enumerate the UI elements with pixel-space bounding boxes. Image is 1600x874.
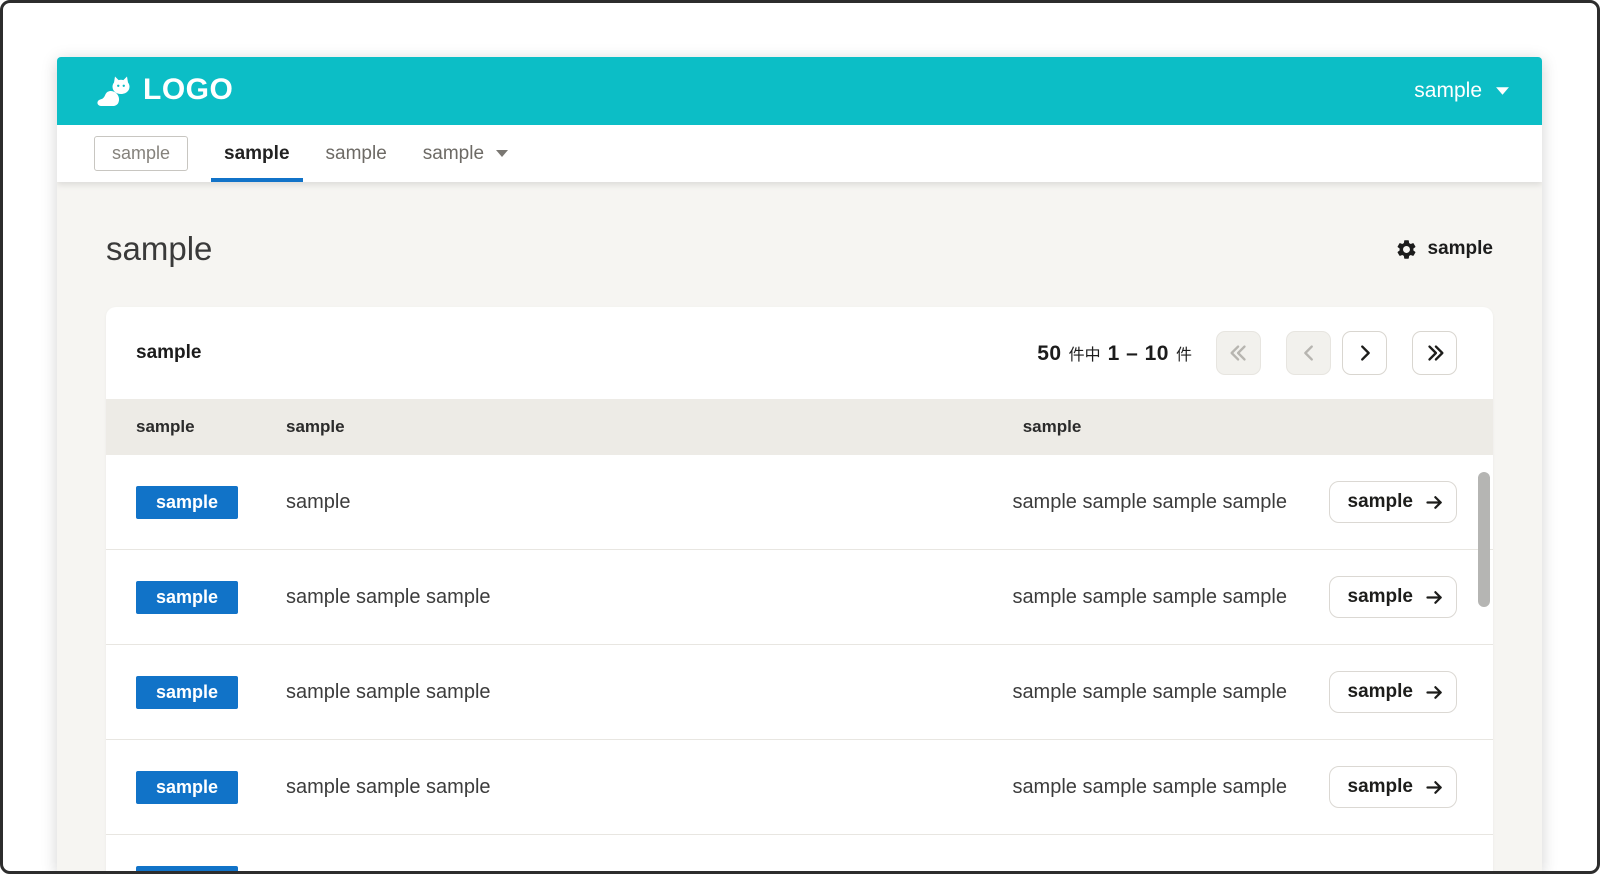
gear-icon xyxy=(1395,238,1418,261)
row-badge-cell: sample xyxy=(136,865,286,872)
tab-bar: sample sample sample sample xyxy=(57,125,1542,182)
pagination: 50 件中 1 – 10 件 xyxy=(1037,331,1457,375)
app-window: LOGO sample sample sample sample sample … xyxy=(57,57,1542,872)
tab-label: sample xyxy=(325,142,387,164)
tab-2[interactable]: sample xyxy=(313,125,400,182)
main-content: sample sample sample 50 件中 1 – 10 件 samp… xyxy=(57,182,1542,872)
row-description-cell: sample sample sample sample xyxy=(1012,680,1287,703)
app-header: LOGO sample xyxy=(57,57,1542,125)
row-badge-cell: sample xyxy=(136,770,286,804)
tab-label: sample xyxy=(422,142,485,164)
tab-1-active[interactable]: sample xyxy=(211,125,304,182)
logo[interactable]: LOGO xyxy=(93,73,233,109)
table-row: sample sample sample sample sample sampl… xyxy=(106,740,1493,835)
status-badge: sample xyxy=(136,580,239,614)
row-name-cell: sample sample sample xyxy=(286,680,491,703)
row-description-cell: sample sample sample sample xyxy=(1012,775,1287,798)
row-name-cell: sample sample sample xyxy=(286,585,491,608)
pagination-info: 50 件中 1 – 10 件 xyxy=(1037,341,1192,366)
account-menu[interactable]: sample xyxy=(1414,79,1510,103)
row-detail-button[interactable]: sample xyxy=(1328,576,1457,618)
status-badge: sample xyxy=(136,485,239,519)
total-count: 50 xyxy=(1037,341,1062,365)
row-description-cell: sample sample sample sample xyxy=(1012,490,1287,513)
row-description-cell: sample sample sample sample xyxy=(1012,585,1287,608)
panel-header: sample 50 件中 1 – 10 件 xyxy=(106,307,1493,399)
boxed-tab-button[interactable]: sample xyxy=(94,136,189,171)
row-badge-cell: sample xyxy=(136,675,286,709)
table-row: sample sample sample sample sample sampl… xyxy=(106,645,1493,740)
double-chevron-right-icon xyxy=(1424,342,1446,364)
row-detail-button-label: sample xyxy=(1347,586,1413,607)
chevron-down-icon xyxy=(495,149,509,158)
column-header: sample xyxy=(286,417,345,436)
prev-page-button[interactable] xyxy=(1286,331,1331,375)
tab-3-dropdown[interactable]: sample xyxy=(410,125,522,182)
last-page-button[interactable] xyxy=(1412,331,1457,375)
table-row: sample sample sample sample sample sampl… xyxy=(106,455,1493,550)
account-label: sample xyxy=(1414,79,1482,102)
arrow-right-icon xyxy=(1424,492,1445,513)
row-detail-button-label: sample xyxy=(1347,776,1413,797)
row-detail-button-label: sample xyxy=(1347,491,1413,512)
row-badge-cell: sample xyxy=(136,485,286,519)
row-detail-button-label: sample xyxy=(1347,681,1413,702)
tab-label: sample xyxy=(224,142,290,164)
row-name-cell: sample xyxy=(286,490,351,513)
column-header: sample xyxy=(1022,417,1082,436)
range-text: 1 – 10 xyxy=(1107,341,1169,365)
table-row: sample sample sample sample sample sampl… xyxy=(106,550,1493,645)
chevron-down-icon xyxy=(1495,86,1510,96)
double-chevron-left-icon xyxy=(1228,342,1250,364)
table-body: sample sample sample sample sample sampl… xyxy=(106,455,1493,872)
settings-label: sample xyxy=(1427,238,1493,259)
range-unit: 件 xyxy=(1175,346,1192,364)
column-header: sample xyxy=(136,417,195,436)
panel-title: sample xyxy=(136,342,202,363)
chevron-right-icon xyxy=(1354,342,1376,364)
row-detail-button[interactable]: sample xyxy=(1328,481,1457,523)
next-page-button[interactable] xyxy=(1342,331,1387,375)
status-badge: sample xyxy=(136,865,239,872)
row-detail-button[interactable]: sample xyxy=(1328,671,1457,713)
arrow-right-icon xyxy=(1424,682,1445,703)
status-badge: sample xyxy=(136,770,239,804)
list-panel: sample 50 件中 1 – 10 件 sample sample samp… xyxy=(106,307,1493,872)
table-row: sample xyxy=(106,835,1493,872)
table-header-row: sample sample sample xyxy=(106,399,1493,455)
row-name-cell: sample sample sample xyxy=(286,775,491,798)
page-head: sample sample xyxy=(106,226,1493,272)
row-badge-cell: sample xyxy=(136,580,286,614)
page-title: sample xyxy=(106,230,213,267)
settings-link[interactable]: sample xyxy=(1395,238,1493,261)
table-scrollbar-thumb[interactable] xyxy=(1478,472,1490,607)
row-detail-button[interactable]: sample xyxy=(1328,766,1457,808)
chevron-left-icon xyxy=(1298,342,1320,364)
cat-icon xyxy=(93,73,133,109)
status-badge: sample xyxy=(136,675,239,709)
total-unit: 件中 xyxy=(1068,346,1101,364)
logo-text: LOGO xyxy=(143,73,234,106)
arrow-right-icon xyxy=(1424,587,1445,608)
first-page-button[interactable] xyxy=(1216,331,1261,375)
arrow-right-icon xyxy=(1424,777,1445,798)
